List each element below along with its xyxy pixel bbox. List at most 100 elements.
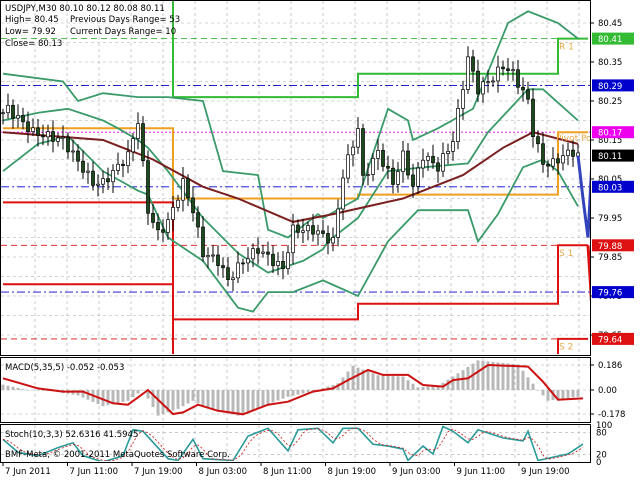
- x-tick-label: 9 Jun 03:00: [392, 467, 441, 477]
- macd-histogram-bar: [371, 373, 375, 390]
- macd-histogram-bar: [366, 371, 370, 390]
- macd-histogram-bar: [271, 390, 275, 403]
- macd-histogram-bar: [276, 390, 280, 401]
- candle-body: [296, 224, 300, 233]
- candle: [51, 120, 55, 153]
- candle-body: [531, 98, 535, 137]
- x-tick-label: 7 Jun 2011: [5, 467, 51, 477]
- candle-body: [291, 224, 295, 254]
- price-chart[interactable]: R 1 Pivot Po S 1 S 2 USDJPY,M30 80.10 80.12…: [0, 0, 640, 480]
- candle: [176, 194, 180, 212]
- candle: [296, 219, 300, 239]
- macd-histogram-bar: [196, 390, 200, 404]
- macd-histogram-bar: [386, 375, 390, 390]
- macd-histogram-bar: [411, 383, 415, 390]
- candle-body: [166, 219, 170, 233]
- candle-body: [516, 69, 520, 88]
- candle-body: [561, 155, 565, 164]
- candle-body: [86, 170, 90, 173]
- candle: [141, 116, 145, 167]
- candle: [81, 150, 85, 180]
- macd-histogram-bar: [291, 390, 295, 396]
- y-tick-label: 79.95: [598, 214, 622, 224]
- macd-histogram-bar: [546, 390, 550, 401]
- info-curr-range: Current Days Range= 10: [70, 27, 176, 37]
- candle-body: [176, 199, 180, 208]
- macd-histogram-bar: [156, 390, 160, 416]
- candle-body: [501, 66, 505, 70]
- candle: [86, 162, 90, 184]
- candle-body: [281, 260, 285, 270]
- macd-y-tick-label: 0.186: [598, 361, 622, 371]
- candle: [276, 252, 280, 276]
- macd-histogram-bar: [206, 390, 210, 408]
- macd-histogram-bar: [106, 390, 110, 406]
- macd-histogram-bar: [381, 375, 385, 390]
- macd-histogram-bar: [401, 376, 405, 390]
- macd-histogram-bar: [416, 387, 420, 390]
- candle-body: [111, 170, 115, 183]
- macd-histogram-bar: [26, 390, 30, 391]
- candle-body: [366, 174, 370, 176]
- candle-body: [206, 255, 210, 258]
- macd-histogram-bar: [476, 360, 480, 390]
- candle-body: [231, 277, 235, 280]
- macd-histogram-bar: [36, 390, 40, 391]
- price-level-label: 80.41: [598, 35, 622, 45]
- x-tick-label: 9 Jun 19:00: [521, 467, 570, 477]
- candle-body: [356, 128, 360, 148]
- candle-body: [491, 80, 495, 83]
- macd-y-tick-label: 0.00: [598, 386, 617, 396]
- candle-body: [186, 178, 190, 199]
- macd-histogram-bar: [261, 390, 265, 407]
- candle: [331, 227, 335, 252]
- price-level-label: 79.76: [598, 289, 622, 299]
- candle-body: [161, 229, 165, 233]
- candle-body: [76, 150, 80, 162]
- candle-body: [486, 81, 490, 84]
- macd-histogram-bar: [16, 387, 20, 390]
- candle: [441, 142, 445, 178]
- candle-body: [106, 178, 110, 183]
- info-close: Close= 80.13: [5, 39, 62, 49]
- macd-histogram-bar: [186, 390, 190, 404]
- candle: [181, 167, 185, 212]
- macd-histogram-bar: [136, 390, 140, 394]
- candle: [121, 160, 125, 178]
- candle: [126, 140, 130, 174]
- candle-body: [261, 251, 265, 254]
- macd-histogram-bar: [221, 390, 225, 413]
- x-tick-label: 8 Jun 19:00: [328, 467, 377, 477]
- candle: [21, 107, 25, 130]
- candle-body: [41, 134, 45, 138]
- candle-body: [21, 115, 25, 123]
- macd-histogram-bar: [231, 390, 235, 415]
- candle-body: [171, 206, 175, 220]
- macd-histogram-bar: [241, 390, 245, 414]
- candle: [281, 251, 285, 280]
- candle: [346, 144, 350, 184]
- macd-histogram-bar: [256, 390, 260, 409]
- candle-body: [421, 159, 425, 169]
- candle: [466, 46, 470, 94]
- candle-body: [236, 262, 240, 279]
- candle-body: [31, 127, 35, 132]
- candle: [201, 216, 205, 262]
- candle: [216, 245, 220, 276]
- candle-body: [126, 151, 130, 166]
- macd-histogram-bar: [306, 390, 310, 393]
- macd-histogram-bar: [421, 386, 425, 390]
- candle-body: [56, 137, 60, 142]
- candle: [231, 271, 235, 292]
- candle: [211, 245, 215, 263]
- candle-body: [461, 89, 465, 109]
- macd-histogram-bar: [426, 386, 430, 390]
- candle-body: [551, 158, 555, 167]
- candle-body: [36, 127, 40, 136]
- main-plot: R 1 Pivot Po S 1 S 2: [1, 1, 590, 354]
- price-level-label: 80.17: [598, 129, 622, 139]
- candle-body: [441, 153, 445, 172]
- macd-histogram-bar: [516, 364, 520, 390]
- candle-body: [386, 165, 390, 169]
- macd-histogram-bar: [6, 385, 10, 390]
